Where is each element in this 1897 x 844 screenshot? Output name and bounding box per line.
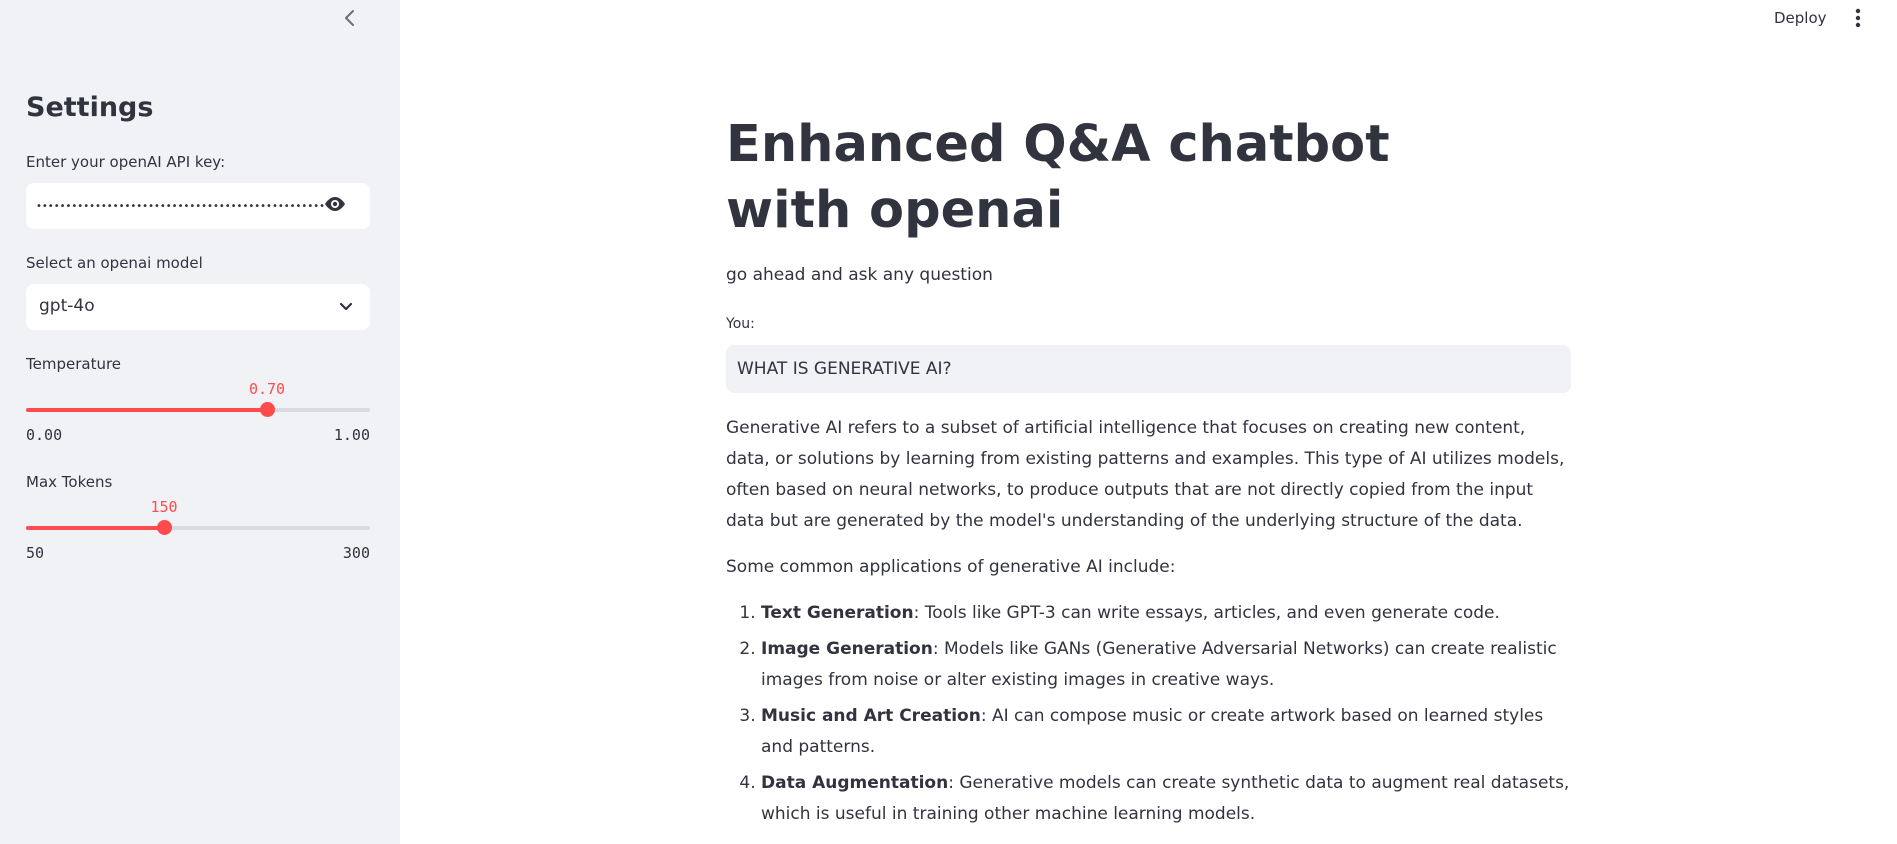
list-item-text: : Tools like GPT-3 can write essays, art… [913,603,1500,623]
collapse-sidebar-button[interactable] [338,8,362,32]
list-item-term: Music and Art Creation [761,706,981,726]
list-item: Text Generation: Tools like GPT-3 can wr… [761,598,1571,629]
deploy-button[interactable]: Deploy [1774,9,1827,27]
slider-fill [26,408,267,412]
list-item-term: Data Augmentation [761,773,949,793]
answer-block: Generative AI refers to a subset of arti… [726,413,1571,835]
list-item: Music and Art Creation: AI can compose m… [761,701,1571,763]
answer-paragraph: Some common applications of generative A… [726,557,1176,577]
max-tokens-max: 300 [342,544,370,562]
slider-thumb[interactable] [260,402,275,417]
model-select-label: Select an openai model [26,254,203,272]
show-password-button[interactable] [322,195,348,217]
model-select-value: gpt-4o [39,296,95,316]
chevron-left-icon [343,9,357,31]
list-item-term: Image Generation [761,639,933,659]
eye-icon [323,196,347,216]
question-input[interactable] [726,345,1571,393]
max-tokens-min: 50 [26,544,45,562]
question-input-label: You: [726,316,755,332]
model-select[interactable]: gpt-4o [26,284,370,330]
max-tokens-value: 150 [150,498,178,516]
chevron-down-icon [336,297,356,317]
api-key-label: Enter your openAI API key: [26,153,226,171]
answer-paragraph: Generative AI refers to a subset of arti… [726,418,1565,531]
temperature-min: 0.00 [26,426,63,444]
slider-thumb[interactable] [157,520,172,535]
page-subtitle: go ahead and ask any question [726,265,993,285]
sidebar-title: Settings [26,92,154,123]
temperature-max: 1.00 [333,426,370,444]
sidebar: Settings Enter your openAI API key: Sele… [0,0,400,844]
api-key-input[interactable] [36,183,326,229]
temperature-slider[interactable]: 0.70 [26,380,370,430]
list-item: Data Augmentation: Generative models can… [761,768,1571,830]
applications-list: Text Generation: Tools like GPT-3 can wr… [726,598,1571,830]
max-tokens-slider[interactable]: 150 [26,498,370,548]
api-key-field [26,183,370,229]
temperature-label: Temperature [26,355,122,373]
list-item: Image Generation: Models like GANs (Gene… [761,634,1571,696]
vertical-dots-icon [1855,8,1861,32]
max-tokens-label: Max Tokens [26,473,113,491]
main-menu-button[interactable] [1848,8,1868,32]
page-title: Enhanced Q&A chatbot with openai [726,115,1390,240]
list-item-term: Text Generation [761,603,914,623]
temperature-value: 0.70 [248,380,286,398]
slider-fill [26,526,164,530]
